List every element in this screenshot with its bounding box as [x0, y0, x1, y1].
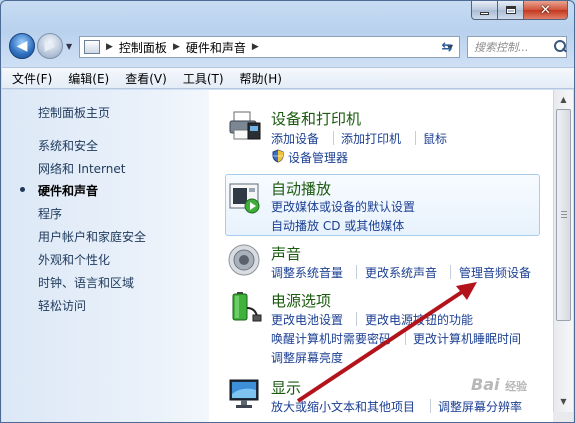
category-title-sound[interactable]: 声音 [271, 243, 301, 264]
printer-icon [227, 108, 263, 144]
maximize-button[interactable] [498, 1, 524, 20]
scroll-down-icon[interactable]: ▼ [555, 393, 572, 410]
chevron-right-icon[interactable]: ▶ [252, 42, 259, 52]
forward-button[interactable]: ▶ [37, 33, 63, 59]
watermark-suffix: 经验 [505, 380, 528, 393]
scroll-up-icon[interactable]: ▲ [555, 91, 572, 108]
battery-icon [227, 288, 263, 324]
chevron-right-icon[interactable]: ▶ [106, 42, 113, 52]
recent-pages-dropdown-icon[interactable]: ▼ [66, 42, 72, 51]
link-separator [430, 399, 431, 413]
chevron-right-icon[interactable]: ▶ [173, 42, 180, 52]
link-mouse[interactable]: 鼠标 [423, 130, 447, 147]
category-title-autoplay[interactable]: 自动播放 [271, 178, 331, 199]
scroll-thumb[interactable] [556, 109, 571, 321]
link-require-password-wake[interactable]: 唤醒计算机时需要密码 [271, 330, 391, 347]
search-icon[interactable] [552, 39, 566, 55]
autoplay-icon [227, 180, 263, 216]
link-change-system-sounds[interactable]: 更改系统声音 [365, 264, 437, 281]
nav-control-panel-home[interactable]: 控制面板主页 [38, 104, 110, 121]
active-bullet-icon [20, 187, 25, 192]
address-bar[interactable]: ▶ 控制面板 ▶ 硬件和声音 ▶ ▼ [79, 36, 460, 58]
menu-help[interactable]: 帮助(H) [240, 70, 282, 87]
nav-hardware-sound: 硬件和声音 [38, 184, 99, 198]
grip-line [561, 211, 567, 212]
link-change-sleep-time[interactable]: 更改计算机睡眠时间 [413, 330, 521, 347]
vertical-scrollbar[interactable]: ▲ ▼ [553, 90, 573, 412]
link-device-manager[interactable]: 设备管理器 [288, 149, 348, 166]
minimize-icon [480, 11, 489, 15]
back-arrow-icon: ◀ [16, 38, 28, 54]
category-content-pane: 设备和打印机 添加设备 添加打印机 鼠标 设备管理器 自动播放 更改媒体或设备的… [209, 90, 553, 422]
link-power-button[interactable]: 更改电源按钮的功能 [365, 311, 473, 328]
category-title-power[interactable]: 电源选项 [271, 290, 331, 311]
link-add-device[interactable]: 添加设备 [271, 130, 319, 147]
control-panel-window: ✕ ◀ ▶ ▼ ▶ 控制面板 ▶ 硬件和声音 ▶ ▼ ⇆ 文件(F) 编辑(E)… [0, 0, 575, 423]
minimize-button[interactable] [471, 1, 498, 20]
nav-network-internet[interactable]: 网络和 Internet [38, 160, 125, 177]
link-manage-audio-devices[interactable]: 管理音频设备 [459, 264, 531, 281]
close-button[interactable]: ✕ [524, 1, 568, 20]
forward-arrow-icon: ▶ [44, 38, 56, 54]
caption-buttons: ✕ [471, 1, 568, 21]
baidu-watermark: Bai 经验 [471, 375, 527, 394]
link-add-printer[interactable]: 添加打印机 [341, 130, 401, 147]
breadcrumb-control-panel[interactable]: 控制面板 [119, 39, 167, 56]
nav-clock-language-region[interactable]: 时钟、语言和区域 [38, 274, 134, 291]
maximize-icon [505, 6, 516, 14]
search-input[interactable] [474, 38, 552, 56]
grip-line [561, 214, 567, 215]
control-panel-icon [84, 40, 100, 54]
speaker-icon [227, 242, 263, 278]
nav-programs[interactable]: 程序 [38, 205, 62, 222]
link-adjust-volume[interactable]: 调整系统音量 [271, 264, 343, 281]
category-title-display[interactable]: 显示 [271, 377, 301, 398]
shield-icon [271, 149, 285, 163]
monitor-icon [227, 376, 263, 412]
link-autoplay-cd[interactable]: 自动播放 CD 或其他媒体 [271, 217, 404, 234]
grip-line [561, 217, 567, 218]
left-navigation-pane: 控制面板主页 系统和安全 网络和 Internet 硬件和声音 程序 用户帐户和… [2, 90, 209, 422]
refresh-button[interactable]: ⇆ [436, 36, 458, 58]
menu-file[interactable]: 文件(F) [12, 70, 52, 87]
search-box[interactable] [467, 36, 567, 58]
nav-user-accounts[interactable]: 用户帐户和家庭安全 [38, 228, 146, 245]
link-separator [356, 265, 357, 279]
menu-tools[interactable]: 工具(T) [183, 70, 224, 87]
refresh-icon: ⇆ [441, 39, 453, 55]
back-button[interactable]: ◀ [9, 33, 35, 59]
nav-appearance[interactable]: 外观和个性化 [38, 251, 110, 268]
link-separator [415, 131, 416, 145]
link-separator [405, 331, 406, 345]
link-separator [356, 312, 357, 326]
link-screen-resolution[interactable]: 调整屏幕分辨率 [438, 398, 522, 415]
link-change-default-media[interactable]: 更改媒体或设备的默认设置 [271, 198, 415, 215]
menu-bar: 文件(F) 编辑(E) 查看(V) 工具(T) 帮助(H) [2, 67, 574, 89]
category-title-devices[interactable]: 设备和打印机 [271, 108, 361, 129]
close-icon: ✕ [540, 2, 551, 18]
menu-edit[interactable]: 编辑(E) [68, 70, 109, 87]
breadcrumb-hardware-sound[interactable]: 硬件和声音 [186, 39, 246, 56]
link-separator [450, 265, 451, 279]
menu-view[interactable]: 查看(V) [125, 70, 167, 87]
nav-ease-of-access[interactable]: 轻松访问 [38, 297, 86, 314]
watermark-text: Bai [471, 375, 500, 394]
link-change-battery-settings[interactable]: 更改电池设置 [271, 311, 343, 328]
link-separator [333, 131, 334, 145]
nav-system-security[interactable]: 系统和安全 [38, 137, 98, 154]
link-adjust-brightness[interactable]: 调整屏幕亮度 [271, 349, 343, 366]
scrollbar-corner [553, 412, 573, 422]
link-text-size[interactable]: 放大或缩小文本和其他项目 [271, 398, 415, 415]
navigation-buttons: ◀ ▶ ▼ [9, 33, 72, 59]
